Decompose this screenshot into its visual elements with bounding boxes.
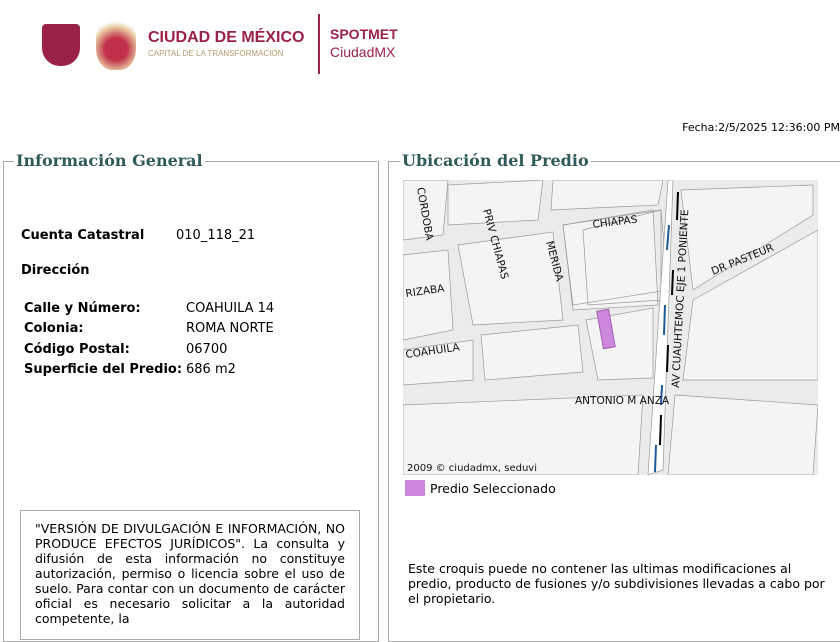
coat-of-arms-logo xyxy=(42,24,80,66)
app-subname: CiudadMX xyxy=(330,44,396,60)
direccion-label: Dirección xyxy=(21,263,90,278)
app-name: SPOTMET xyxy=(330,26,398,42)
field-label: Superficie del Predio: xyxy=(24,362,183,377)
field-label: Código Postal: xyxy=(24,342,130,357)
general-info-title: Información General xyxy=(14,151,205,170)
disclaimer-text: "VERSIÓN DE DIVULGACIÓN E INFORMACIÓN, N… xyxy=(20,510,360,640)
map-block xyxy=(667,394,818,475)
logo-separator xyxy=(318,14,320,74)
field-value: 686 m2 xyxy=(186,362,236,377)
map-block xyxy=(480,324,584,381)
cuenta-value: 010_118_21 xyxy=(176,228,256,243)
date-stamp: Fecha:2/5/2025 12:36:00 PM xyxy=(682,121,840,134)
location-map[interactable]: CORDOBA PRIV CHIAPAS MERIDA CHIAPAS AV C… xyxy=(403,180,818,475)
map-note: Este croquis puede no contener las ultim… xyxy=(408,561,825,606)
legend-label: Predio Seleccionado xyxy=(430,481,556,496)
field-value: 06700 xyxy=(186,342,228,357)
field-label: Calle y Número: xyxy=(24,301,141,316)
logo-subtitle: CAPITAL DE LA TRANSFORMACIÓN xyxy=(148,49,284,58)
location-title: Ubicación del Predio xyxy=(400,151,591,170)
map-block xyxy=(550,180,664,211)
cdmx-heart-logo xyxy=(96,18,136,70)
map-copyright: 2009 © ciudadmx, seduvi xyxy=(407,463,537,474)
legend-swatch xyxy=(405,480,425,496)
field-value: COAHUILA 14 xyxy=(186,301,275,316)
field-value: ROMA NORTE xyxy=(186,321,274,336)
street-label: ANTONIO M ANZA xyxy=(575,395,670,407)
logo-title: CIUDAD DE MÉXICO xyxy=(148,29,305,46)
field-label: Colonia: xyxy=(24,321,84,336)
map-block xyxy=(585,307,654,381)
cuenta-label: Cuenta Catastral xyxy=(21,228,145,243)
